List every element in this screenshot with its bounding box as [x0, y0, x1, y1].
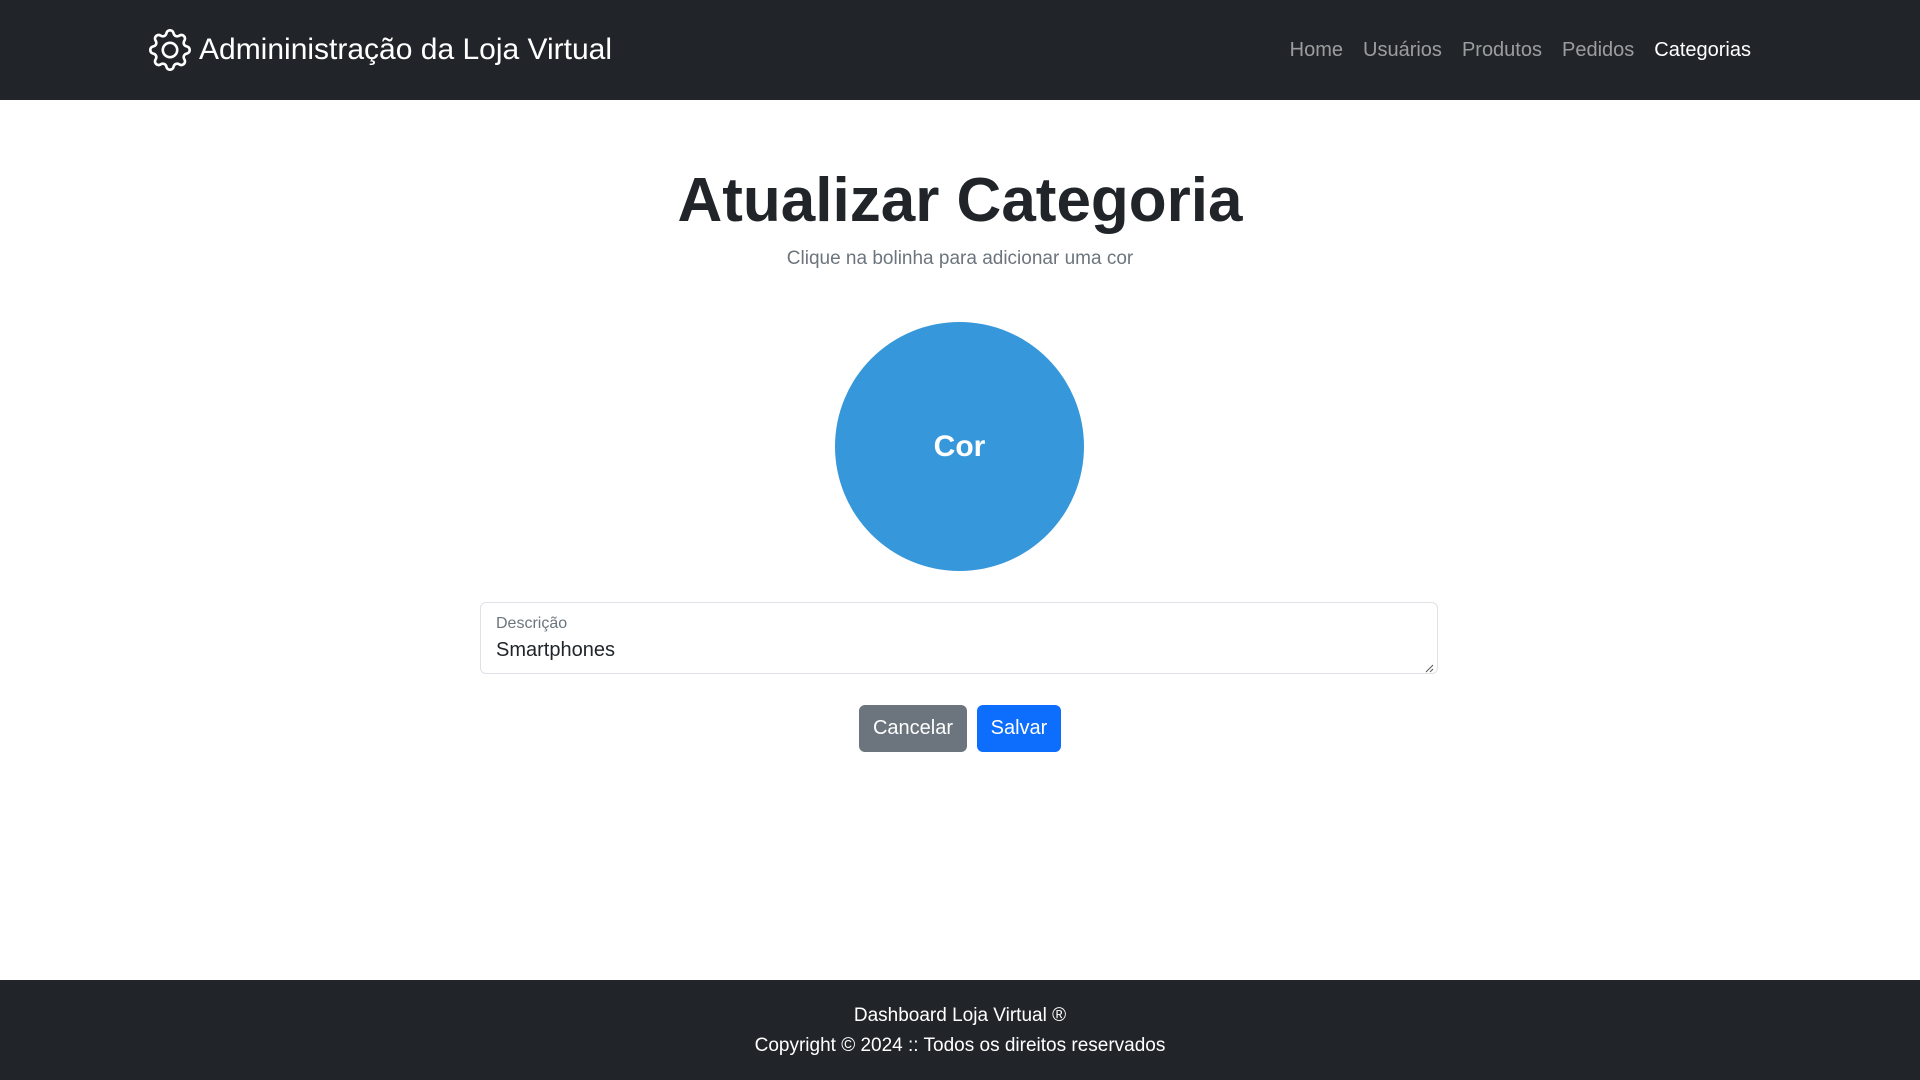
nav-link-usuarios[interactable]: Usuários — [1353, 30, 1452, 70]
color-picker-label: Cor — [933, 429, 986, 463]
cancel-button[interactable]: Cancelar — [859, 705, 967, 752]
page: Admininistração da Loja Virtual Home Usu… — [0, 0, 1920, 1080]
resize-handle-icon[interactable] — [1424, 660, 1434, 673]
page-subtitle: Clique na bolinha para adicionar uma cor — [786, 248, 1134, 269]
main-content: Atualizar Categoria Clique na bolinha pa… — [0, 100, 1920, 980]
description-value: Smartphones — [496, 639, 615, 661]
description-textarea[interactable]: Descrição Smartphones — [480, 602, 1438, 674]
nav-menu: Home Usuários Produtos Pedidos Categoria… — [1280, 30, 1761, 70]
navbar: Admininistração da Loja Virtual Home Usu… — [0, 0, 1920, 100]
brand-label: Admininistração da Loja Virtual — [199, 33, 613, 66]
nav-link-pedidos[interactable]: Pedidos — [1552, 30, 1644, 70]
footer-copyright: Copyright © 2024 :: Todos os direitos re… — [754, 1035, 1166, 1056]
nav-link-produtos[interactable]: Produtos — [1452, 30, 1552, 70]
color-picker-circle[interactable]: Cor — [835, 322, 1084, 571]
nav-link-categorias[interactable]: Categorias — [1644, 30, 1761, 70]
description-label: Descrição — [496, 615, 568, 632]
page-title: Atualizar Categoria — [677, 166, 1243, 235]
save-button[interactable]: Salvar — [977, 705, 1061, 752]
gear-icon — [149, 29, 191, 71]
nav-link-home[interactable]: Home — [1280, 30, 1353, 70]
footer-title: Dashboard Loja Virtual ® — [853, 1005, 1067, 1026]
footer: Dashboard Loja Virtual ® Copyright © 202… — [0, 980, 1920, 1080]
brand-link[interactable]: Admininistração da Loja Virtual — [149, 28, 612, 72]
